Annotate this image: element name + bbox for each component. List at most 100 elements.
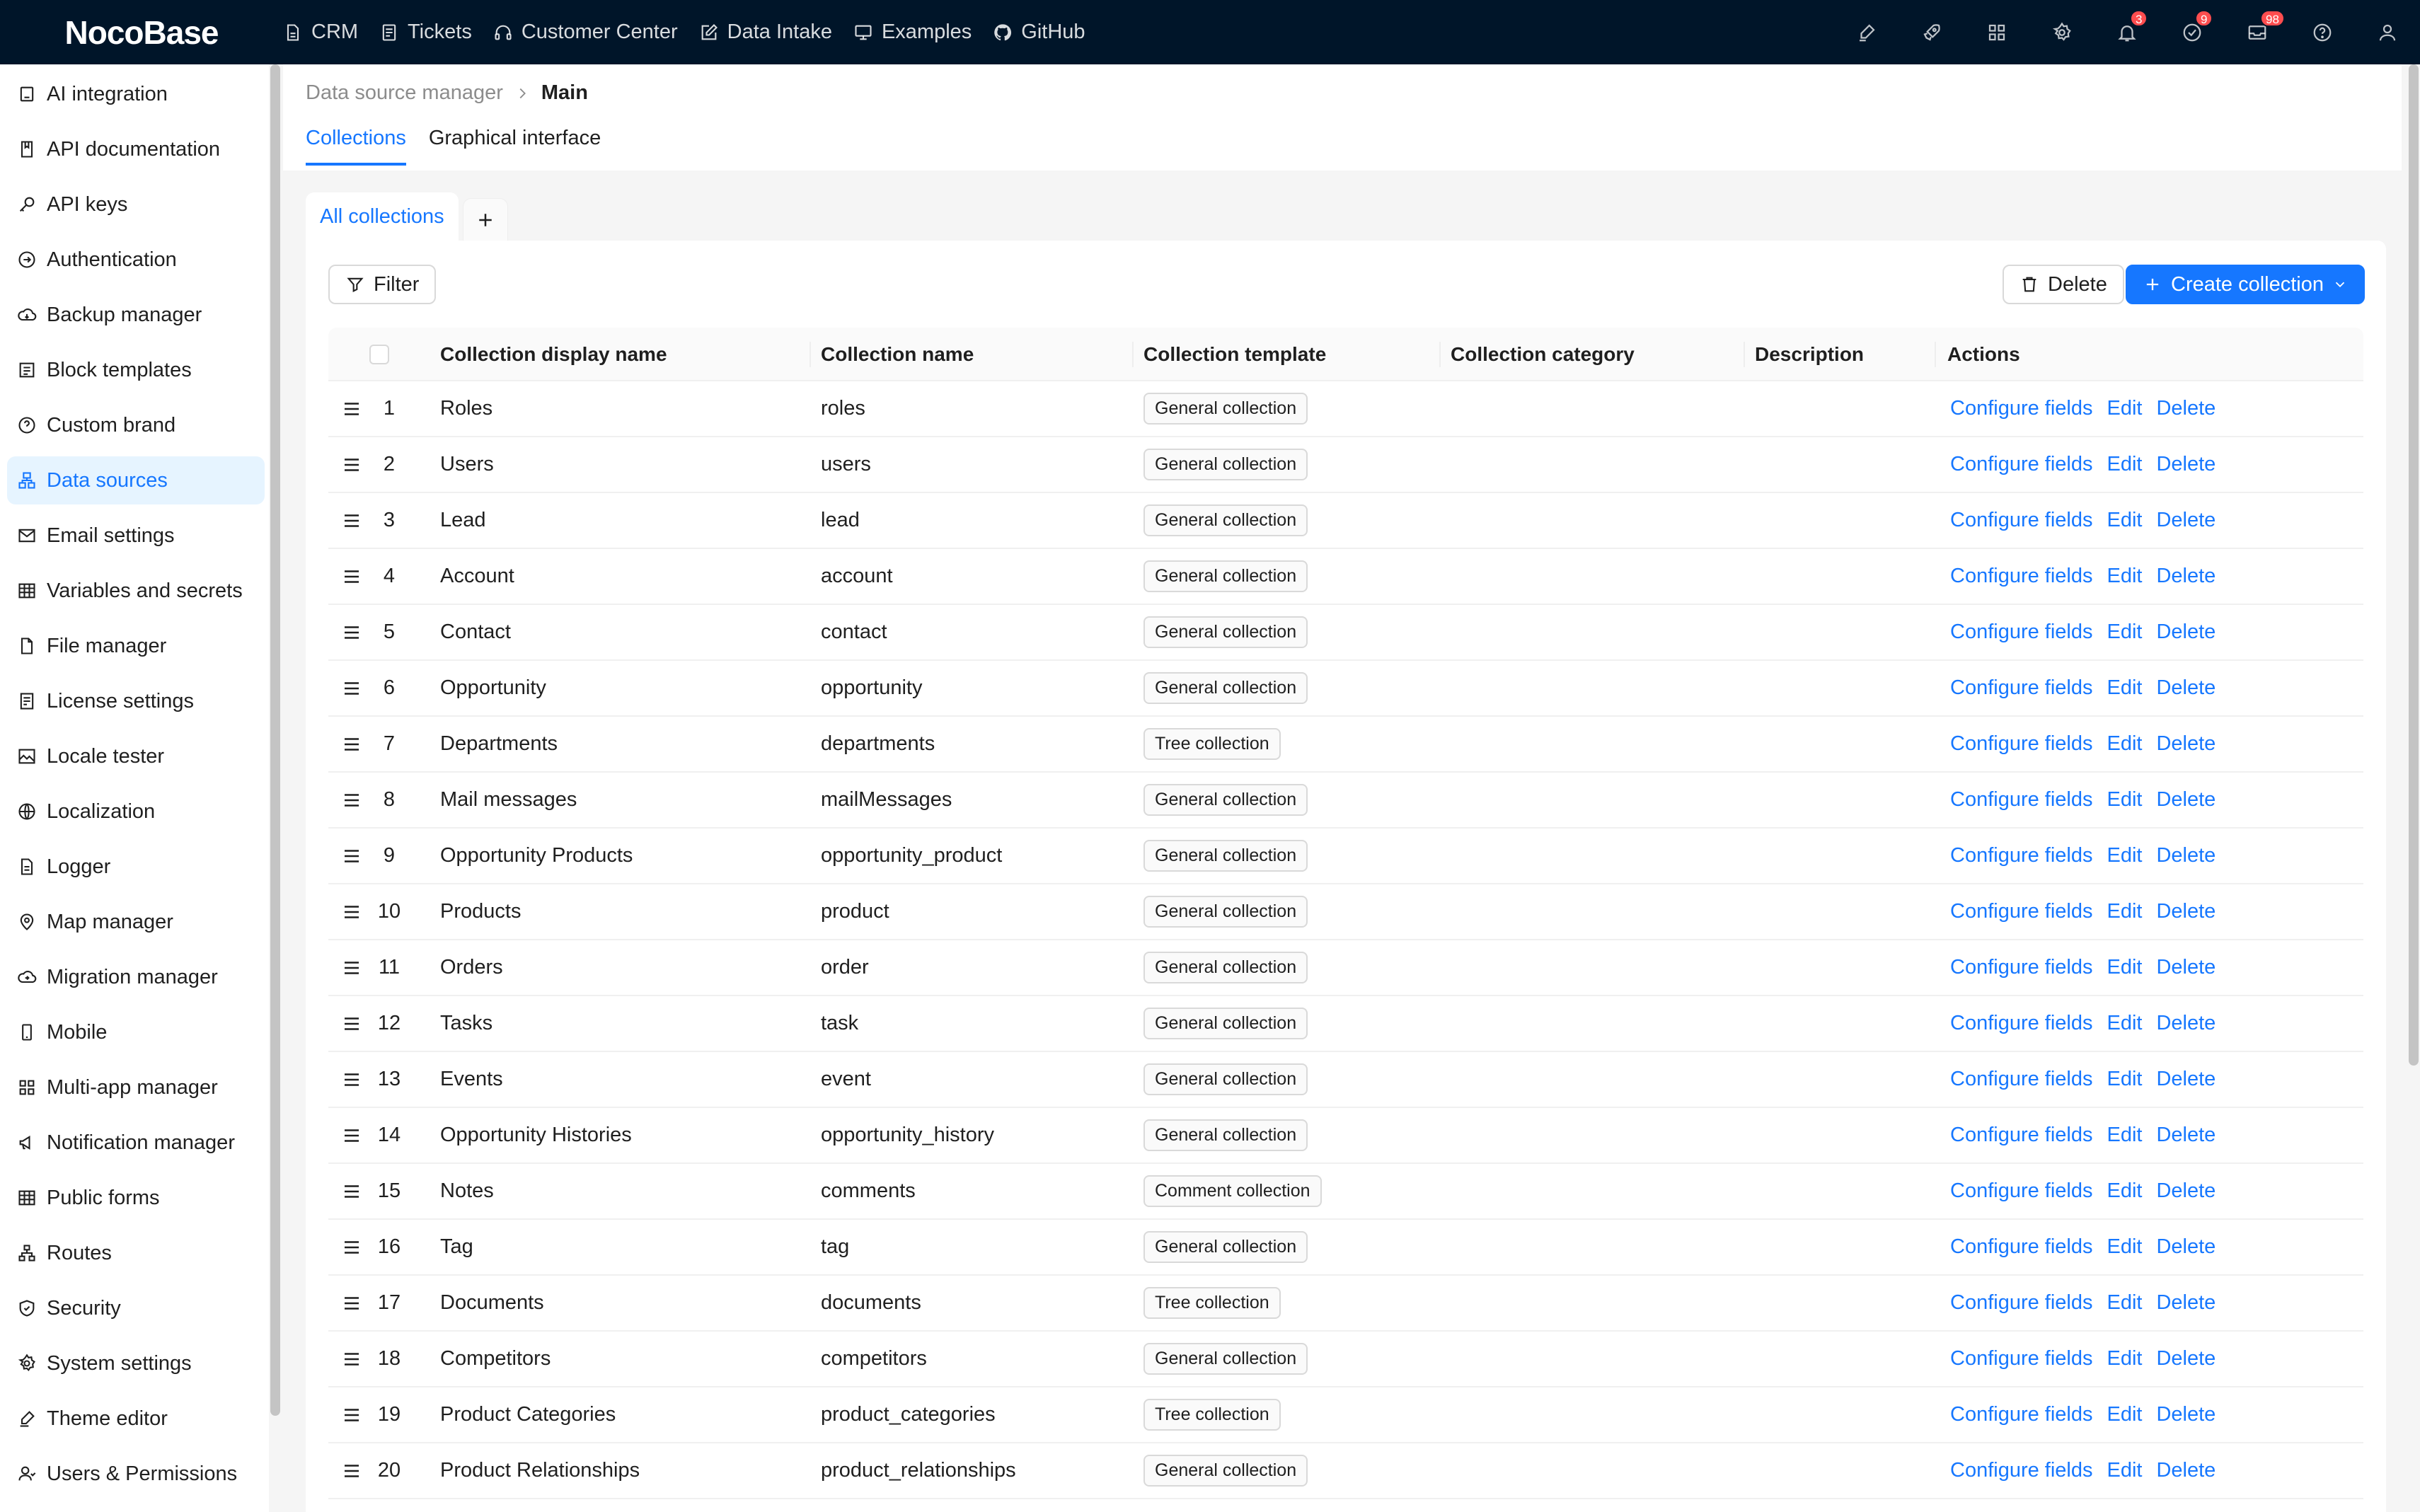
sidebar-item-map-manager[interactable]: Map manager — [7, 898, 265, 946]
topnav-item-examples[interactable]: Examples — [853, 21, 972, 44]
configure-fields-link[interactable]: Configure fields — [1950, 1012, 2093, 1035]
help-button[interactable] — [2290, 0, 2355, 64]
table-row[interactable]: 4 Account account General collection Configu… — [328, 549, 2363, 605]
sidebar-item-custom-brand[interactable]: Custom brand — [7, 401, 265, 449]
sidebar-item-multi-app-manager[interactable]: Multi-app manager — [7, 1063, 265, 1112]
sidebar-item-migration-manager[interactable]: Migration manager — [7, 953, 265, 1001]
table-row[interactable]: 6 Opportunity opportunity General collectio… — [328, 661, 2363, 717]
table-row[interactable]: 16 Tag tag General collection Configure fiel… — [328, 1220, 2363, 1276]
configure-fields-link[interactable]: Configure fields — [1950, 509, 2093, 532]
sidebar-item-ai-integration[interactable]: AI integration — [7, 70, 265, 118]
delete-link[interactable]: Delete — [2156, 565, 2216, 588]
sidebar-item-variables-and-secrets[interactable]: Variables and secrets — [7, 567, 265, 615]
sidebar-item-security[interactable]: Security — [7, 1284, 265, 1332]
configure-fields-link[interactable]: Configure fields — [1950, 788, 2093, 812]
edit-link[interactable]: Edit — [2107, 788, 2143, 812]
drag-handle[interactable] — [341, 884, 362, 939]
edit-link[interactable]: Edit — [2107, 1012, 2143, 1035]
table-row[interactable]: 19 Product Categories product_categories Tr… — [328, 1387, 2363, 1443]
edit-link[interactable]: Edit — [2107, 844, 2143, 867]
configure-fields-link[interactable]: Configure fields — [1950, 621, 2093, 644]
configure-fields-link[interactable]: Configure fields — [1950, 453, 2093, 476]
delete-link[interactable]: Delete — [2156, 1179, 2216, 1203]
configure-fields-link[interactable]: Configure fields — [1950, 1124, 2093, 1147]
configure-fields-link[interactable]: Configure fields — [1950, 1179, 2093, 1203]
drag-handle[interactable] — [341, 996, 362, 1051]
delete-link[interactable]: Delete — [2156, 1459, 2216, 1482]
edit-link[interactable]: Edit — [2107, 732, 2143, 756]
sidebar-item-api-documentation[interactable]: API documentation — [7, 125, 265, 173]
drag-handle[interactable] — [341, 1220, 362, 1274]
breadcrumb-parent[interactable]: Data source manager — [306, 81, 503, 105]
apps-button[interactable] — [1964, 0, 2029, 64]
drag-handle[interactable] — [341, 1332, 362, 1386]
sidebar-item-email-settings[interactable]: Email settings — [7, 512, 265, 560]
configure-fields-link[interactable]: Configure fields — [1950, 397, 2093, 420]
settings-button[interactable] — [2029, 0, 2095, 64]
delete-link[interactable]: Delete — [2156, 956, 2216, 979]
delete-link[interactable]: Delete — [2156, 844, 2216, 867]
drag-handle[interactable] — [341, 1387, 362, 1442]
drag-handle[interactable] — [341, 549, 362, 604]
delete-link[interactable]: Delete — [2156, 1124, 2216, 1147]
configure-fields-link[interactable]: Configure fields — [1950, 1235, 2093, 1259]
main-scrollbar[interactable] — [2409, 64, 2419, 1066]
edit-link[interactable]: Edit — [2107, 1403, 2143, 1426]
create-collection-button[interactable]: Create collection — [2126, 265, 2365, 304]
sidebar-item-data-sources[interactable]: Data sources — [7, 456, 265, 504]
drag-handle[interactable] — [341, 661, 362, 715]
table-row[interactable]: 9 Opportunity Products opportunity_product… — [328, 829, 2363, 884]
table-row[interactable]: 15 Notes comments Comment collection Configu… — [328, 1164, 2363, 1220]
delete-link[interactable]: Delete — [2156, 788, 2216, 812]
sidebar-item-localization[interactable]: Localization — [7, 787, 265, 836]
sidebar-item-file-manager[interactable]: File manager — [7, 622, 265, 670]
table-row[interactable]: 8 Mail messages mailMessages General collec… — [328, 773, 2363, 829]
edit-link[interactable]: Edit — [2107, 676, 2143, 700]
column-header-display-name[interactable]: Collection display name — [440, 328, 667, 381]
edit-link[interactable]: Edit — [2107, 1459, 2143, 1482]
tab-all-collections[interactable]: All collections — [306, 192, 459, 241]
delete-link[interactable]: Delete — [2156, 1012, 2216, 1035]
drag-handle[interactable] — [341, 773, 362, 827]
table-row[interactable]: 1 Roles roles General collection Configure f… — [328, 381, 2363, 437]
column-header-category[interactable]: Collection category — [1451, 328, 1635, 381]
delete-link[interactable]: Delete — [2156, 397, 2216, 420]
table-row[interactable]: 5 Contact contact General collection Configu… — [328, 605, 2363, 661]
table-row[interactable]: 12 Tasks task General collection Configure f… — [328, 996, 2363, 1052]
edit-link[interactable]: Edit — [2107, 397, 2143, 420]
topnav-item-tickets[interactable]: Tickets — [379, 21, 472, 44]
edit-link[interactable]: Edit — [2107, 1347, 2143, 1370]
drag-handle[interactable] — [341, 437, 362, 492]
drag-handle[interactable] — [341, 1164, 362, 1218]
bulk-delete-button[interactable]: Delete — [2003, 265, 2124, 304]
sidebar-item-theme-editor[interactable]: Theme editor — [7, 1395, 265, 1443]
table-row[interactable]: 17 Documents documents Tree collection Confi… — [328, 1276, 2363, 1332]
app-logo[interactable]: NocoBase — [0, 13, 283, 52]
delete-link[interactable]: Delete — [2156, 900, 2216, 923]
edit-link[interactable]: Edit — [2107, 621, 2143, 644]
configure-fields-link[interactable]: Configure fields — [1950, 1347, 2093, 1370]
topnav-item-data-intake[interactable]: Data Intake — [699, 21, 832, 44]
tab-collections[interactable]: Collections — [306, 127, 406, 166]
edit-link[interactable]: Edit — [2107, 900, 2143, 923]
configure-fields-link[interactable]: Configure fields — [1950, 565, 2093, 588]
drag-handle[interactable] — [341, 717, 362, 771]
sidebar-item-license-settings[interactable]: License settings — [7, 677, 265, 725]
theme-editor-button[interactable] — [1834, 0, 1899, 64]
table-row[interactable]: 3 Lead lead General collection Configure fie… — [328, 493, 2363, 549]
delete-link[interactable]: Delete — [2156, 509, 2216, 532]
inbox-button[interactable]: 98 — [2225, 0, 2290, 64]
column-header-description[interactable]: Description — [1755, 328, 1864, 381]
drag-handle[interactable] — [341, 1443, 362, 1498]
sidebar-item-backup-manager[interactable]: Backup manager — [7, 291, 265, 339]
sidebar-item-api-keys[interactable]: API keys — [7, 180, 265, 229]
edit-link[interactable]: Edit — [2107, 1124, 2143, 1147]
add-category-button[interactable] — [462, 198, 508, 241]
notifications-button[interactable]: 3 — [2095, 0, 2160, 64]
delete-link[interactable]: Delete — [2156, 1347, 2216, 1370]
sidebar-item-logger[interactable]: Logger — [7, 843, 265, 891]
configure-fields-link[interactable]: Configure fields — [1950, 900, 2093, 923]
configure-fields-link[interactable]: Configure fields — [1950, 1403, 2093, 1426]
drag-handle[interactable] — [341, 493, 362, 548]
drag-handle[interactable] — [341, 829, 362, 883]
